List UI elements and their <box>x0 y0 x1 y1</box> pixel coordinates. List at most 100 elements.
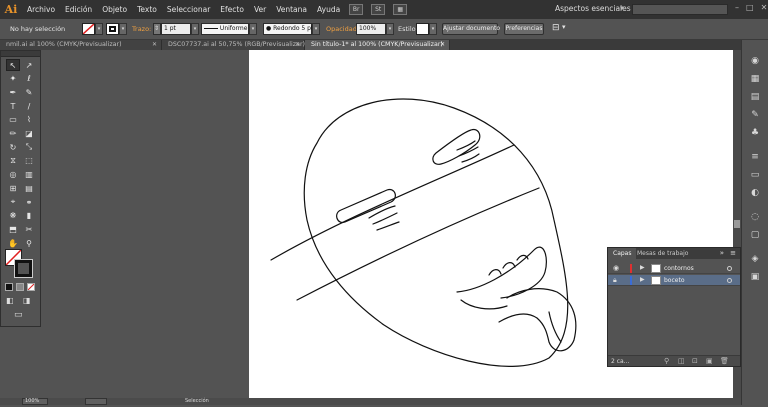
magic-wand-tool[interactable]: ✦ <box>6 73 20 85</box>
color-icon[interactable]: ◉ <box>748 54 762 68</box>
stroke-weight-field[interactable]: 1 pt <box>161 23 191 35</box>
menu-ayuda[interactable]: Ayuda <box>312 5 345 14</box>
preferences-button[interactable]: Preferencias <box>504 23 544 35</box>
locate-object-icon[interactable]: ⚲ <box>664 357 669 365</box>
close-icon[interactable]: ✕ <box>152 40 157 50</box>
swatches-icon[interactable]: ▤ <box>748 90 762 104</box>
target-circle-icon[interactable] <box>727 278 732 283</box>
zoom-field[interactable]: 100% <box>22 398 48 405</box>
none-mode-button[interactable] <box>27 283 35 291</box>
layers-icon[interactable]: ◈ <box>748 252 762 266</box>
scrollbar-thumb[interactable] <box>734 220 740 228</box>
hand-tool[interactable]: ✋ <box>6 237 20 249</box>
draw-behind-icon[interactable]: ◨ <box>23 296 31 305</box>
rectangle-tool[interactable]: ▭ <box>6 114 20 126</box>
clipping-mask-icon[interactable]: ◫ <box>678 357 685 365</box>
tab-mesas-de-trabajo[interactable]: Mesas de trabajo <box>632 248 693 259</box>
paintbrush-tool[interactable]: ⌇ <box>22 114 36 126</box>
tab-document-2[interactable]: DSC07737.ai al 50,75% (RGB/Previsualizar… <box>162 40 305 50</box>
menu-ventana[interactable]: Ventana <box>271 5 312 14</box>
visibility-eye-icon[interactable]: ◉ <box>613 264 619 272</box>
stroke-dropdown[interactable]: ▾ <box>119 23 127 35</box>
stroke-label[interactable]: Trazo: <box>132 25 151 33</box>
close-window-button[interactable]: ✕ <box>761 3 768 12</box>
line-tool[interactable]: / <box>22 100 36 112</box>
trash-icon[interactable]: 🗑︎ <box>720 357 729 365</box>
expand-triangle-icon[interactable]: ▶ <box>640 264 645 271</box>
menu-ver[interactable]: Ver <box>249 5 271 14</box>
zoom-tool[interactable]: ⚲ <box>22 237 36 249</box>
column-graph-tool[interactable]: ▮ <box>22 210 36 222</box>
slice-tool[interactable]: ✂ <box>22 223 36 235</box>
menu-objeto[interactable]: Objeto <box>97 5 132 14</box>
curvature-tool[interactable]: ✎ <box>22 86 36 98</box>
opacity-field[interactable]: 100% <box>356 23 386 35</box>
tab-document-3[interactable]: Sin título-1* al 100% (CMYK/Previsualiza… <box>305 40 450 50</box>
stroke-indicator[interactable] <box>14 259 33 278</box>
symbols-icon[interactable]: ♣ <box>748 126 762 140</box>
chevron-down-icon[interactable]: ▾ <box>562 23 566 31</box>
chevron-down-icon[interactable]: ▾ <box>620 4 624 12</box>
arrange-icon[interactable]: ⊟ <box>552 23 560 33</box>
color-mode-button[interactable] <box>5 283 13 291</box>
expand-triangle-icon[interactable]: ▶ <box>640 276 645 283</box>
gradient-icon[interactable]: ▭ <box>748 168 762 182</box>
target-circle-icon[interactable] <box>727 266 732 271</box>
new-sublayer-icon[interactable]: ⊡ <box>692 357 698 365</box>
minimize-button[interactable]: – <box>735 3 739 12</box>
transparency-icon[interactable]: ◐ <box>748 186 762 200</box>
blend-tool[interactable]: ⚭ <box>22 196 36 208</box>
stroke-swatch[interactable] <box>106 23 119 35</box>
style-dropdown[interactable]: ▾ <box>429 23 437 35</box>
close-icon[interactable]: ✕ <box>440 40 445 50</box>
layer-row-contornos[interactable]: ◉ ▶ contornos <box>608 263 740 274</box>
layer-name[interactable]: boceto <box>664 277 685 284</box>
direct-selection-tool[interactable]: ↗ <box>22 59 36 71</box>
tab-document-1[interactable]: nmil.ai al 100% (CMYK/Previsualizar) ✕ <box>0 40 162 50</box>
stroke-weight-dropdown[interactable]: ▾ <box>191 23 199 35</box>
pencil-tool[interactable]: ✏ <box>6 128 20 140</box>
opacity-label[interactable]: Opacidad: <box>326 25 359 33</box>
eraser-tool[interactable]: ◪ <box>22 128 36 140</box>
layer-row-boceto[interactable]: 🔒︎ ▶ boceto <box>608 275 740 286</box>
lock-icon[interactable]: 🔒︎ <box>613 276 617 285</box>
fill-swatch[interactable] <box>82 23 95 35</box>
panel-menu-icon[interactable]: ≡ <box>730 249 736 257</box>
brush-definition[interactable]: ● Redondo 5 pt. <box>263 23 315 35</box>
screen-mode-icon[interactable]: ▭ <box>14 310 23 320</box>
collapse-icon[interactable]: » <box>720 249 724 257</box>
gradient-mode-button[interactable] <box>16 283 24 291</box>
help-search-input[interactable] <box>632 4 728 15</box>
type-tool[interactable]: T <box>6 100 20 112</box>
arrange-documents-icon[interactable]: ▦ <box>393 4 408 15</box>
appearance-icon[interactable]: ◌ <box>748 210 762 224</box>
symbol-sprayer-tool[interactable]: ❋ <box>6 210 20 222</box>
adjust-document-button[interactable]: Ajustar documento <box>442 23 500 35</box>
lasso-tool[interactable]: ℓ <box>22 73 36 85</box>
artboard-nav-field[interactable] <box>85 398 107 405</box>
menu-seleccionar[interactable]: Seleccionar <box>162 5 215 14</box>
graphic-styles-icon[interactable]: ▢ <box>748 228 762 242</box>
opacity-dropdown[interactable]: ▾ <box>386 23 394 35</box>
gradient-tool[interactable]: ▤ <box>22 182 36 194</box>
artboard-tool[interactable]: ⬒ <box>6 223 20 235</box>
tools-panel-header[interactable] <box>1 51 40 57</box>
stroke-icon[interactable]: ≡ <box>748 150 762 164</box>
draw-mode-icon[interactable]: ◧ <box>6 296 14 305</box>
perspective-grid-tool[interactable]: ▥ <box>22 169 36 181</box>
brush-dropdown[interactable]: ▾ <box>312 23 320 35</box>
eyedropper-tool[interactable]: ⌖ <box>6 196 20 208</box>
menu-texto[interactable]: Texto <box>132 5 162 14</box>
stock-icon[interactable]: St <box>371 4 386 15</box>
rotate-tool[interactable]: ↻ <box>6 141 20 153</box>
menu-efecto[interactable]: Efecto <box>215 5 249 14</box>
scale-tool[interactable]: ⤡ <box>22 141 36 153</box>
brushes-icon[interactable]: ✎ <box>748 108 762 122</box>
shape-builder-tool[interactable]: ◎ <box>6 169 20 181</box>
fill-dropdown[interactable]: ▾ <box>95 23 103 35</box>
new-layer-icon[interactable]: ▣ <box>706 357 713 365</box>
close-icon[interactable]: ✕ <box>295 40 300 50</box>
stroke-stepper[interactable]: ⇕ <box>153 23 161 35</box>
variable-width-profile[interactable]: Uniforme <box>201 23 249 35</box>
pen-tool[interactable]: ✒ <box>6 86 20 98</box>
